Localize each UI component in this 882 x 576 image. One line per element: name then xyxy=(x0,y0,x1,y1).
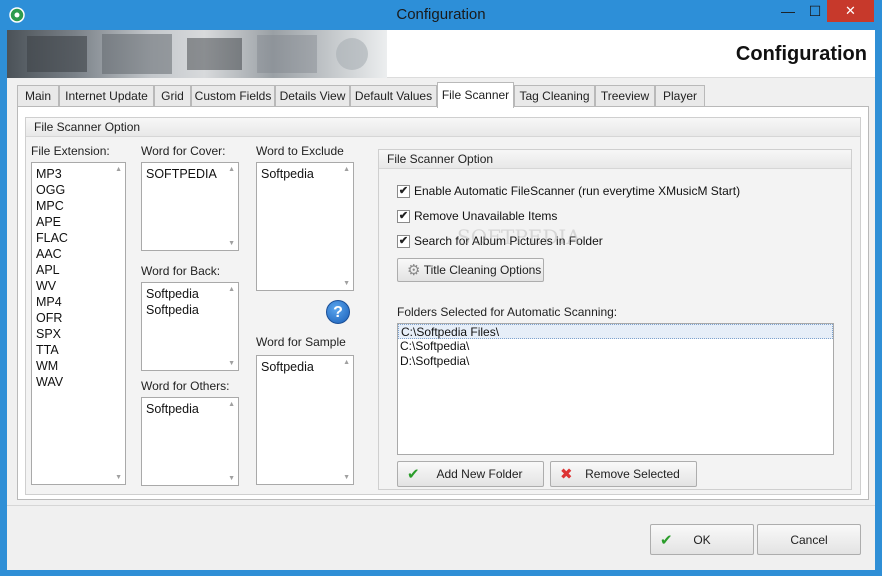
maximize-button[interactable]: ☐ xyxy=(801,0,829,22)
word-for-back-label: Word for Back: xyxy=(141,264,221,278)
file-extension-item[interactable]: OGG xyxy=(32,182,125,198)
tab-custom-fields[interactable]: Custom Fields xyxy=(191,85,275,107)
scroll-down-icon[interactable]: ▼ xyxy=(228,240,235,247)
checkbox-checked-icon[interactable]: ✔ xyxy=(397,235,410,248)
group-title: File Scanner Option xyxy=(26,118,860,137)
tab-main[interactable]: Main xyxy=(17,85,59,107)
scroll-down-icon[interactable]: ▼ xyxy=(115,474,122,481)
folder-row[interactable]: D:\Softpedia\ xyxy=(398,354,833,369)
scroll-down-icon[interactable]: ▼ xyxy=(228,475,235,482)
word-for-sample-list[interactable]: Softpedia ▲ ▼ xyxy=(256,355,354,485)
tab-tag-cleaning[interactable]: Tag Cleaning xyxy=(514,85,595,107)
file-extension-item[interactable]: FLAC xyxy=(32,230,125,246)
window-title: Configuration xyxy=(396,6,486,23)
file-extension-item[interactable]: SPX xyxy=(32,326,125,342)
title-bar: Configuration — ☐ ✕ xyxy=(0,0,882,30)
word-for-others-list[interactable]: Softpedia ▲ ▼ xyxy=(141,397,239,486)
scroll-up-icon[interactable]: ▲ xyxy=(228,286,235,293)
file-extension-item[interactable]: WV xyxy=(32,278,125,294)
word-to-exclude-list[interactable]: Softpedia ▲ ▼ xyxy=(256,162,354,291)
dialog-client: Configuration Main Internet Update Grid … xyxy=(7,30,875,570)
word-for-sample-label: Word for Sample xyxy=(256,335,346,349)
scroll-up-icon[interactable]: ▲ xyxy=(343,166,350,173)
word-for-back-list[interactable]: Softpedia Softpedia ▲ ▼ xyxy=(141,282,239,371)
list-item[interactable]: SOFTPEDIA xyxy=(142,166,238,182)
file-extension-item[interactable]: TTA xyxy=(32,342,125,358)
checkbox-checked-icon[interactable]: ✔ xyxy=(397,210,410,223)
list-item[interactable]: Softpedia xyxy=(142,286,238,302)
cancel-label: Cancel xyxy=(790,532,828,547)
configuration-window: Configuration — ☐ ✕ Configuration Main I… xyxy=(0,0,882,576)
word-to-exclude-label: Word to Exclude xyxy=(256,144,344,158)
title-cleaning-options-button[interactable]: ⚙ Title Cleaning Options xyxy=(397,258,544,282)
file-extension-label: File Extension: xyxy=(31,144,110,158)
file-extension-item[interactable]: MP3 xyxy=(32,166,125,182)
ok-label: OK xyxy=(693,532,711,547)
film-strip-image xyxy=(27,34,368,74)
banner: Configuration xyxy=(7,30,875,78)
add-new-folder-button[interactable]: ✔ Add New Folder xyxy=(397,461,544,487)
remove-selected-button[interactable]: ✖ Remove Selected xyxy=(550,461,697,487)
footer-separator xyxy=(7,505,875,506)
word-for-others-label: Word for Others: xyxy=(141,379,230,393)
scroll-down-icon[interactable]: ▼ xyxy=(343,474,350,481)
enable-autoscanner-label: Enable Automatic FileScanner (run everyt… xyxy=(414,184,741,198)
watermark: SOFTPEDIA xyxy=(457,225,581,249)
folder-row[interactable]: C:\Softpedia Files\ xyxy=(398,324,833,339)
inner-group-title: File Scanner Option xyxy=(379,150,851,169)
tab-file-scanner[interactable]: File Scanner xyxy=(437,82,514,108)
folders-label: Folders Selected for Automatic Scanning: xyxy=(397,305,618,319)
file-extension-list[interactable]: MP3 OGG MPC APE FLAC AAC APL WV MP4 OFR SPX TTA WM WA… xyxy=(31,162,126,485)
file-extension-item[interactable]: APL xyxy=(32,262,125,278)
file-extension-item[interactable]: WM xyxy=(32,358,125,374)
list-item[interactable]: Softpedia xyxy=(257,166,353,182)
scroll-down-icon[interactable]: ▼ xyxy=(343,280,350,287)
scroll-down-icon[interactable]: ▼ xyxy=(228,360,235,367)
close-button[interactable]: ✕ xyxy=(827,0,874,22)
file-extension-item[interactable]: WAV xyxy=(32,374,125,390)
add-new-folder-label: Add New Folder xyxy=(436,467,523,481)
word-for-cover-list[interactable]: SOFTPEDIA ▲ ▼ xyxy=(141,162,239,251)
cancel-button[interactable]: Cancel xyxy=(757,524,861,555)
file-scanner-tab-page: File Scanner Option File Extension: MP3 O… xyxy=(17,106,869,500)
minimize-button[interactable]: — xyxy=(774,0,802,22)
inner-file-scanner-group: File Scanner Option ✔ Enable Automatic F… xyxy=(378,149,852,490)
ok-button[interactable]: ✔ OK xyxy=(650,524,754,555)
tab-treeview[interactable]: Treeview xyxy=(595,85,655,107)
scroll-up-icon[interactable]: ▲ xyxy=(228,166,235,173)
tab-internet-update[interactable]: Internet Update xyxy=(59,85,154,107)
title-cleaning-options-label: Title Cleaning Options xyxy=(423,263,542,277)
tab-default-values[interactable]: Default Values xyxy=(350,85,437,107)
word-for-cover-label: Word for Cover: xyxy=(141,144,226,158)
folders-list[interactable]: C:\Softpedia Files\ C:\Softpedia\ D:\Sof… xyxy=(397,323,834,455)
list-item[interactable]: Softpedia xyxy=(142,401,238,417)
file-extension-item[interactable]: MP4 xyxy=(32,294,125,310)
file-scanner-option-group: File Scanner Option File Extension: MP3 O… xyxy=(25,117,861,495)
remove-unavailable-label: Remove Unavailable Items xyxy=(414,209,558,223)
folder-row[interactable]: C:\Softpedia\ xyxy=(398,339,833,354)
tab-details-view[interactable]: Details View xyxy=(275,85,350,107)
file-extension-item[interactable]: OFR xyxy=(32,310,125,326)
tab-grid[interactable]: Grid xyxy=(154,85,191,107)
banner-heading: Configuration xyxy=(735,43,867,65)
list-item[interactable]: Softpedia xyxy=(257,359,353,375)
file-extension-item[interactable]: APE xyxy=(32,214,125,230)
file-extension-item[interactable]: AAC xyxy=(32,246,125,262)
file-extension-item[interactable]: MPC xyxy=(32,198,125,214)
banner-image xyxy=(7,30,387,78)
file-extension-items: MP3 OGG MPC APE FLAC AAC APL WV MP4 OFR SPX TTA WM WA… xyxy=(32,163,125,390)
scroll-up-icon[interactable]: ▲ xyxy=(343,359,350,366)
help-icon[interactable]: ? xyxy=(326,300,350,324)
remove-selected-label: Remove Selected xyxy=(585,467,680,481)
scroll-up-icon[interactable]: ▲ xyxy=(115,166,122,173)
checkbox-checked-icon[interactable]: ✔ xyxy=(397,185,410,198)
tab-player[interactable]: Player xyxy=(655,85,705,107)
scroll-up-icon[interactable]: ▲ xyxy=(228,401,235,408)
list-item[interactable]: Softpedia xyxy=(142,302,238,318)
